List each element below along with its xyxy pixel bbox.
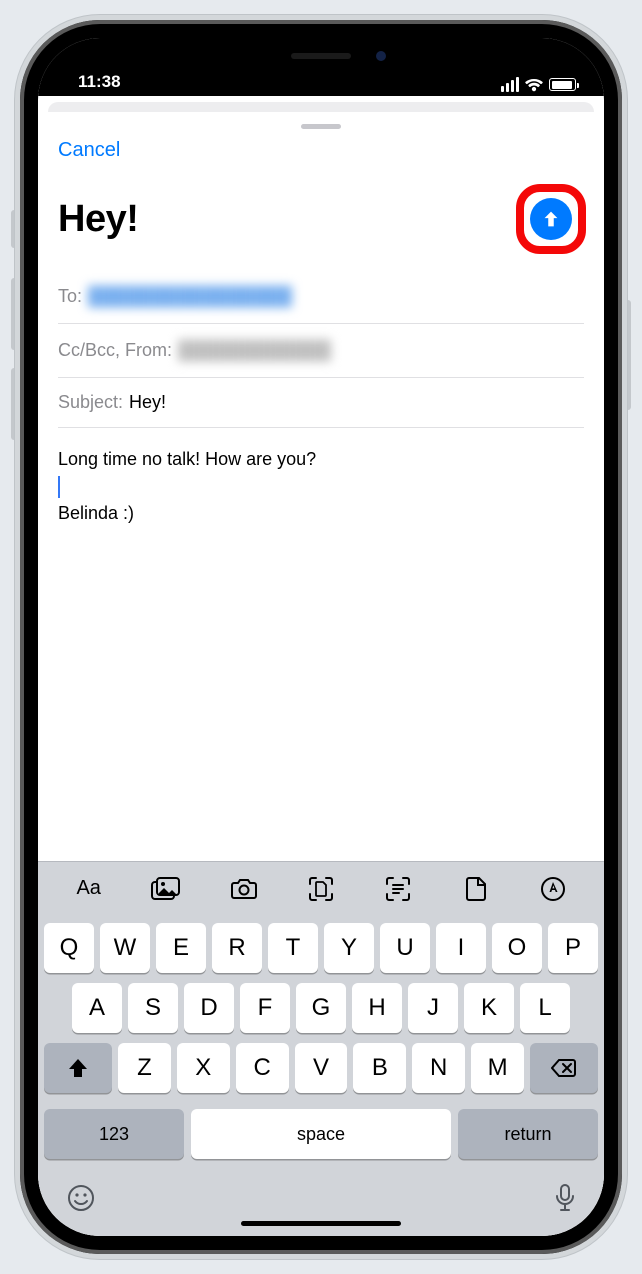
return-key[interactable]: return <box>458 1109 598 1159</box>
space-key[interactable]: space <box>191 1109 451 1159</box>
shift-key[interactable] <box>44 1043 112 1093</box>
to-value: ████████████████ <box>88 284 292 309</box>
to-field[interactable]: To: ████████████████ <box>58 270 584 324</box>
subject-value: Hey! <box>129 392 166 413</box>
delete-icon <box>551 1058 577 1078</box>
key-h[interactable]: H <box>352 983 402 1033</box>
key-u[interactable]: U <box>380 923 430 973</box>
power-button <box>625 300 631 410</box>
scan-document-icon[interactable] <box>306 876 336 902</box>
key-g[interactable]: G <box>296 983 346 1033</box>
key-o[interactable]: O <box>492 923 542 973</box>
body-line: Long time no talk! How are you? <box>58 446 584 473</box>
camera-icon[interactable] <box>229 876 259 902</box>
background-sheet <box>48 102 594 112</box>
compose-title: Hey! <box>58 198 138 241</box>
key-m[interactable]: M <box>471 1043 524 1093</box>
key-s[interactable]: S <box>128 983 178 1033</box>
silent-switch <box>11 210 17 248</box>
annotation-circle <box>516 184 586 254</box>
screen: 11:38 Cancel Hey! <box>38 38 604 1236</box>
keyboard: Aa <box>38 861 604 1236</box>
key-v[interactable]: V <box>295 1043 348 1093</box>
notch <box>206 38 436 74</box>
key-i[interactable]: I <box>436 923 486 973</box>
front-camera <box>376 51 386 61</box>
key-t[interactable]: T <box>268 923 318 973</box>
status-time: 11:38 <box>78 72 121 92</box>
key-j[interactable]: J <box>408 983 458 1033</box>
key-z[interactable]: Z <box>118 1043 171 1093</box>
key-l[interactable]: L <box>520 983 570 1033</box>
key-b[interactable]: B <box>353 1043 406 1093</box>
keyboard-row-3: ZXCVBNM <box>44 1043 598 1093</box>
from-value: ████████████ <box>178 338 331 363</box>
format-icon[interactable]: Aa <box>74 876 104 902</box>
photo-library-icon[interactable] <box>151 876 181 902</box>
dictation-key[interactable] <box>554 1183 576 1213</box>
wifi-icon <box>525 78 543 92</box>
key-k[interactable]: K <box>464 983 514 1033</box>
phone-body: 11:38 Cancel Hey! <box>20 20 622 1254</box>
volume-up-button <box>11 278 17 350</box>
emoji-icon <box>66 1183 96 1213</box>
speaker <box>291 53 351 59</box>
key-c[interactable]: C <box>236 1043 289 1093</box>
key-d[interactable]: D <box>184 983 234 1033</box>
key-y[interactable]: Y <box>324 923 374 973</box>
status-icons <box>501 77 576 92</box>
send-button-highlight <box>518 186 584 252</box>
key-x[interactable]: X <box>177 1043 230 1093</box>
keyboard-row-1: QWERTYUIOP <box>44 923 598 973</box>
key-q[interactable]: Q <box>44 923 94 973</box>
key-a[interactable]: A <box>72 983 122 1033</box>
home-indicator[interactable] <box>241 1221 401 1226</box>
key-p[interactable]: P <box>548 923 598 973</box>
shift-icon <box>67 1057 89 1079</box>
key-w[interactable]: W <box>100 923 150 973</box>
cellular-icon <box>501 77 519 92</box>
volume-down-button <box>11 368 17 440</box>
microphone-icon <box>554 1183 576 1213</box>
body-cursor-line <box>58 473 584 500</box>
emoji-key[interactable] <box>66 1183 96 1213</box>
markup-icon[interactable] <box>538 876 568 902</box>
numbers-key[interactable]: 123 <box>44 1109 184 1159</box>
key-e[interactable]: E <box>156 923 206 973</box>
keyboard-toolbar: Aa <box>38 861 604 915</box>
body-line: Belinda :) <box>58 500 584 527</box>
cancel-button[interactable]: Cancel <box>58 139 120 161</box>
delete-key[interactable] <box>530 1043 598 1093</box>
subject-label: Subject: <box>58 392 123 413</box>
ccbcc-from-field[interactable]: Cc/Bcc, From: ████████████ <box>58 324 584 378</box>
to-label: To: <box>58 286 82 307</box>
compose-sheet: Cancel Hey! To: ████████████████ <box>38 116 604 1236</box>
body-textarea[interactable]: Long time no talk! How are you? Belinda … <box>38 428 604 545</box>
keyboard-row-2: ASDFGHJKL <box>44 983 598 1033</box>
key-n[interactable]: N <box>412 1043 465 1093</box>
key-r[interactable]: R <box>212 923 262 973</box>
attachment-icon[interactable] <box>461 876 491 902</box>
key-f[interactable]: F <box>240 983 290 1033</box>
text-cursor <box>58 476 60 498</box>
battery-icon <box>549 78 576 91</box>
phone-mockup: 11:38 Cancel Hey! <box>0 0 642 1274</box>
scan-text-icon[interactable] <box>383 876 413 902</box>
ccbcc-label: Cc/Bcc, From: <box>58 340 172 361</box>
subject-field[interactable]: Subject: Hey! <box>58 378 584 428</box>
